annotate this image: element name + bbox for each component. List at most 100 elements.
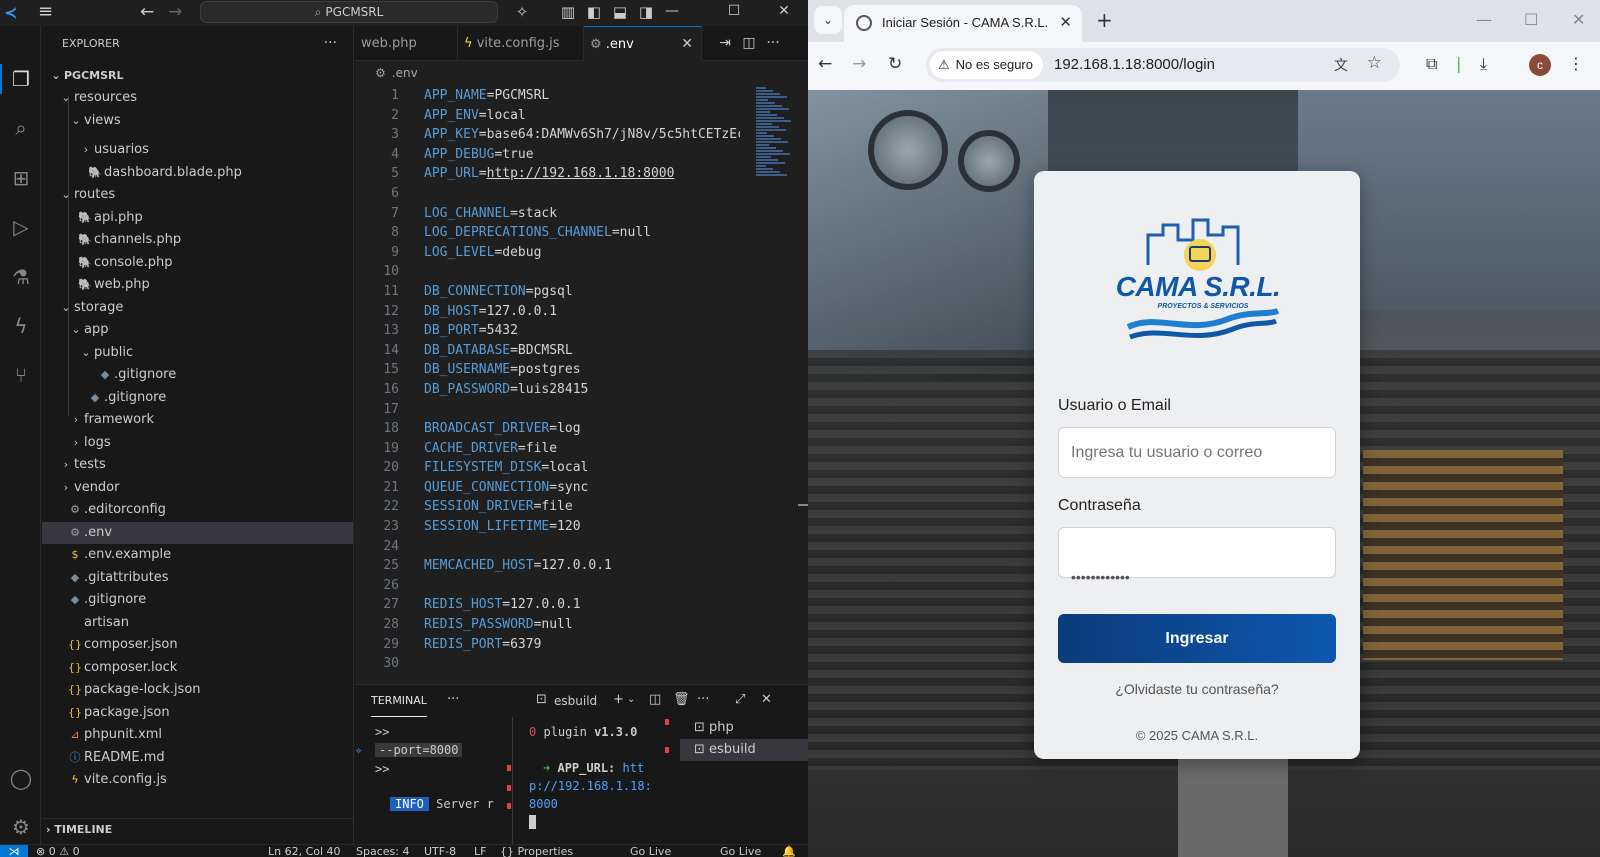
tree-file-item[interactable]: ◆ .gitignore xyxy=(42,364,353,386)
tree-folder-item[interactable]: ⌄ PGCMSRL xyxy=(42,65,353,87)
manage-gear-icon[interactable]: ⚙ xyxy=(6,812,36,842)
tree-file-item[interactable]: {} composer.json xyxy=(42,634,353,656)
reload-icon[interactable]: ↻ xyxy=(888,54,902,74)
tree-folder-item[interactable]: ⌄ views xyxy=(42,110,353,132)
minimize-icon[interactable]: — xyxy=(652,0,692,24)
tab-search-icon[interactable]: ⌄ xyxy=(814,6,842,34)
more-editor-actions-icon[interactable]: ··· xyxy=(764,35,782,51)
hamburger-menu-icon[interactable]: ≡ xyxy=(38,2,60,22)
tree-file-item[interactable]: ◆ .gitattributes xyxy=(42,567,353,589)
terminal-item-php[interactable]: ⊡ php xyxy=(680,717,808,739)
tree-folder-item[interactable]: ⌄ app xyxy=(42,319,353,341)
tree-file-item[interactable]: ϟ vite.config.js xyxy=(42,769,353,791)
app-url-part[interactable]: 8000 xyxy=(529,797,558,811)
eol-status[interactable]: LF xyxy=(474,845,486,857)
tab-vite-config[interactable]: ϟ vite.config.js xyxy=(458,26,584,61)
toggle-panel-icon[interactable]: ⬓ xyxy=(610,2,630,22)
tree-file-item[interactable]: $ .env.example xyxy=(42,544,353,566)
browser-menu-icon[interactable]: ⋮ xyxy=(1568,54,1584,73)
command-center-search[interactable]: ⌕ PGCMSRL xyxy=(200,1,498,23)
code-editor[interactable]: 1 APP_NAME=PGCMSRL 2 APP_ENV=local 3 APP_KEY=… xyxy=(355,86,740,684)
app-url-part[interactable]: p://192.168.1.18: xyxy=(529,779,652,793)
tree-file-item[interactable]: 🐘 dashboard.blade.php xyxy=(42,162,353,184)
tree-file-item[interactable]: ⚙ .editorconfig xyxy=(42,499,353,521)
close-tab-icon[interactable]: ✕ xyxy=(681,27,693,62)
remote-indicator-icon[interactable]: ⋊ xyxy=(0,845,28,857)
lightning-icon[interactable]: ϟ xyxy=(6,311,36,341)
env-value[interactable]: http://192.168.1.18:8000 xyxy=(487,166,675,181)
cursor-position-status[interactable]: Ln 62, Col 40 xyxy=(268,845,341,857)
tree-file-item[interactable]: ⓘ README.md xyxy=(42,747,353,769)
tree-file-item[interactable]: ⚙ .env xyxy=(42,522,353,544)
tree-file-item[interactable]: 🐘 api.php xyxy=(42,207,353,229)
forward-arrow-icon[interactable]: → xyxy=(168,2,182,22)
accounts-icon[interactable]: ◯ xyxy=(6,763,36,793)
maximize-icon[interactable]: ☐ xyxy=(714,0,754,24)
extensions-icon[interactable]: ⊞ xyxy=(6,163,36,193)
tree-folder-item[interactable]: › framework xyxy=(42,409,353,431)
translate-icon[interactable]: 文 xyxy=(1334,55,1348,75)
split-terminal-icon[interactable]: ◫ xyxy=(649,692,661,707)
terminal-php-output[interactable]: >> ✧ --port=8000 >> INFO Server r xyxy=(355,717,505,845)
login-submit-button[interactable]: Ingresar xyxy=(1058,614,1336,663)
tree-folder-item[interactable]: ⌄ resources xyxy=(42,87,353,109)
bookmark-star-icon[interactable]: ☆ xyxy=(1367,53,1382,73)
back-arrow-icon[interactable]: ← xyxy=(818,54,832,74)
user-email-input[interactable] xyxy=(1058,427,1336,478)
new-terminal-icon[interactable]: + xyxy=(613,692,624,707)
browser-tab-login[interactable]: Iniciar Sesión - CAMA S.R.L. ✕ xyxy=(844,5,1082,42)
panel-more-icon[interactable]: ··· xyxy=(447,692,459,707)
close-panel-icon[interactable]: ✕ xyxy=(761,692,772,707)
search-sidebar-icon[interactable]: ⌕ xyxy=(6,113,36,143)
go-live-status[interactable]: Go Live xyxy=(720,845,761,857)
terminal-item-esbuild[interactable]: ⊡ esbuild xyxy=(680,739,808,761)
layout-customize-icon[interactable]: ▥ xyxy=(558,2,578,22)
extensions-puzzle-icon[interactable]: ⧉ xyxy=(1426,54,1437,74)
close-window-icon[interactable]: ✕ xyxy=(1572,10,1585,29)
more-actions-icon[interactable]: ··· xyxy=(324,26,337,61)
profile-avatar[interactable]: c xyxy=(1529,54,1551,76)
minimize-icon[interactable]: — xyxy=(1476,10,1492,29)
toggle-primary-sidebar-icon[interactable]: ◧ xyxy=(584,2,604,22)
forgot-password-link[interactable]: ¿Olvidaste tu contraseña? xyxy=(1034,681,1360,697)
tree-file-item[interactable]: 🐘 channels.php xyxy=(42,229,353,251)
close-window-icon[interactable]: ✕ xyxy=(764,0,804,24)
forward-arrow-icon[interactable]: → xyxy=(852,54,866,74)
tree-folder-item[interactable]: ⌄ routes xyxy=(42,184,353,206)
tree-file-item[interactable]: 🐘 console.php xyxy=(42,252,353,274)
tree-file-item[interactable]: {} composer.lock xyxy=(42,657,353,679)
indentation-status[interactable]: Spaces: 4 xyxy=(356,845,409,857)
minimap[interactable] xyxy=(750,86,798,684)
breadcrumb[interactable]: ⚙ .env xyxy=(375,66,418,80)
panel-overflow-icon[interactable]: ··· xyxy=(697,692,709,707)
tree-file-item[interactable]: artisan xyxy=(42,612,353,634)
tab-env[interactable]: ⚙ .env ✕ xyxy=(584,26,702,61)
timeline-section[interactable]: › TIMELINE xyxy=(42,818,353,840)
language-status[interactable]: {} Properties xyxy=(500,845,573,857)
close-tab-icon[interactable]: ✕ xyxy=(1059,13,1072,31)
tree-folder-item[interactable]: ⌄ public xyxy=(42,342,353,364)
security-chip[interactable]: ⚠ No es seguro xyxy=(930,51,1043,79)
encoding-status[interactable]: UTF-8 xyxy=(424,845,456,857)
address-bar[interactable]: ⚠ No es seguro 192.168.1.18:8000/login 文 … xyxy=(926,48,1400,82)
tab-terminal[interactable]: TERMINAL xyxy=(371,685,427,717)
tree-file-item[interactable]: ◆ .gitignore xyxy=(42,589,353,611)
copilot-icon[interactable]: ✧ xyxy=(512,2,532,22)
tree-file-item[interactable]: {} package.json xyxy=(42,702,353,724)
back-arrow-icon[interactable]: ← xyxy=(140,2,154,22)
tree-folder-item[interactable]: › tests xyxy=(42,454,353,476)
maximize-panel-icon[interactable]: ⤢ xyxy=(735,692,745,707)
notifications-bell-icon[interactable]: 🔔 xyxy=(782,845,796,857)
trash-icon[interactable]: 🗑 xyxy=(673,692,690,707)
tree-file-item[interactable]: 🐘 web.php xyxy=(42,274,353,296)
tree-folder-item[interactable]: › logs xyxy=(42,432,353,454)
tree-file-item[interactable]: ⊿ phpunit.xml xyxy=(42,724,353,746)
tree-file-item[interactable]: ◆ .gitignore xyxy=(42,387,353,409)
app-url-part[interactable]: htt xyxy=(623,761,645,775)
split-editor-icon[interactable]: ◫ xyxy=(740,35,758,51)
terminal-esbuild-output[interactable]: 0 plugin v1.3.0 ➜ APP_URL: htt p://192.1… xyxy=(512,717,667,845)
new-tab-icon[interactable]: + xyxy=(1096,8,1113,32)
tree-file-item[interactable]: {} package-lock.json xyxy=(42,679,353,701)
open-preview-icon[interactable]: ⇥ xyxy=(716,35,734,51)
tree-folder-item[interactable]: › vendor xyxy=(42,477,353,499)
